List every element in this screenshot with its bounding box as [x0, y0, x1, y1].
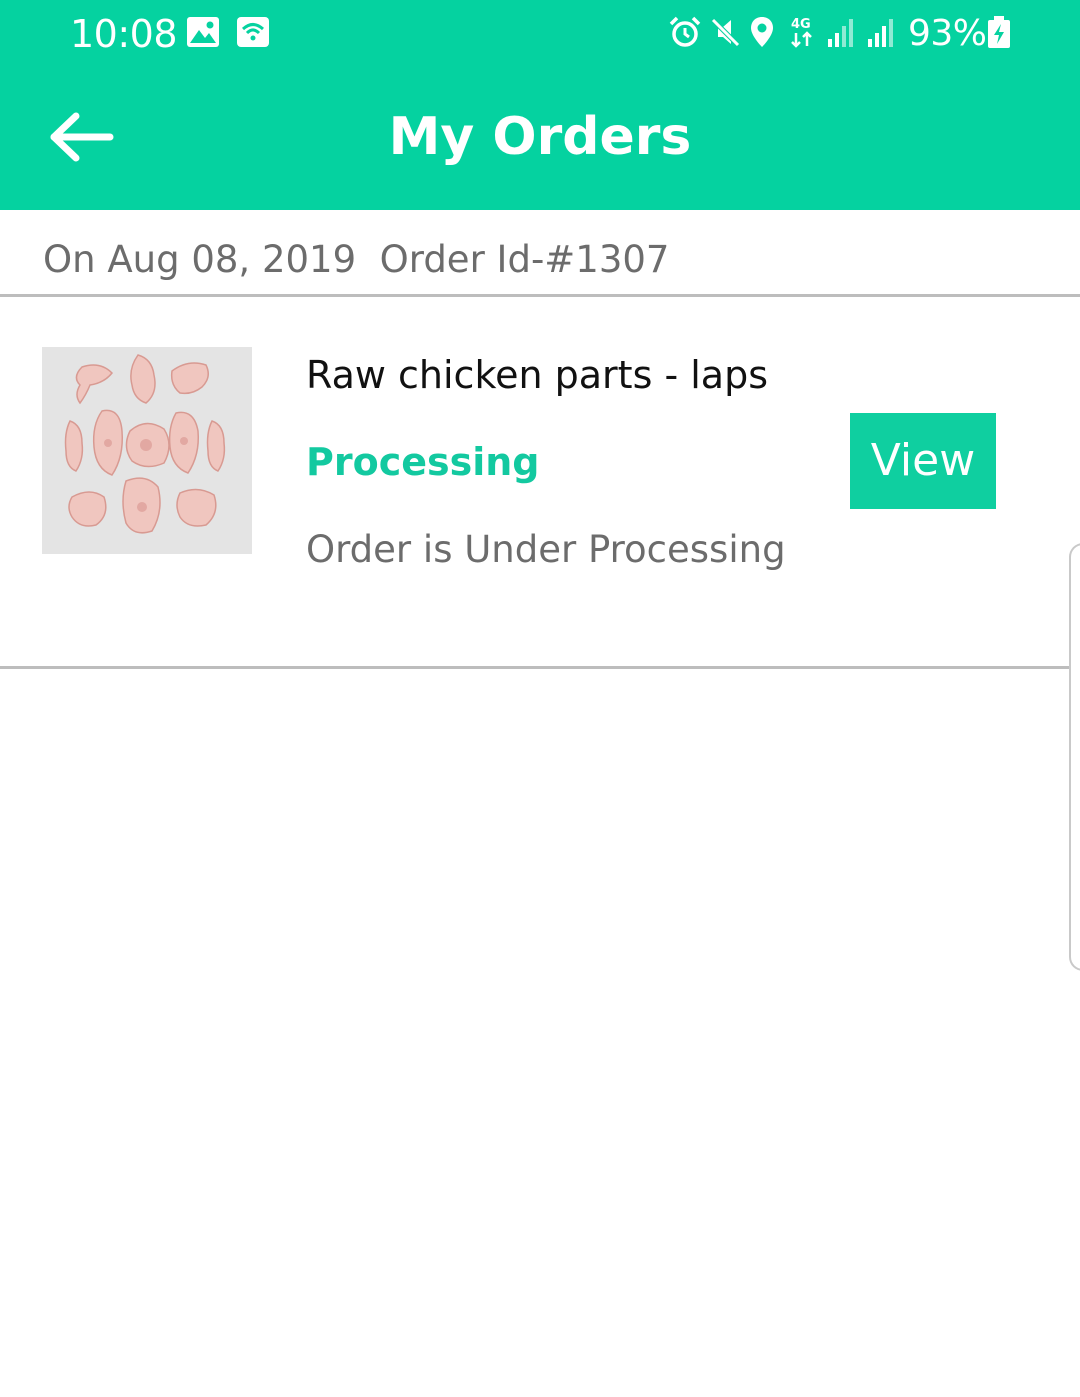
location-icon	[751, 17, 773, 47]
app-bar: 10:08 4G 93% My Orders	[0, 0, 1080, 210]
product-name: Raw chicken parts - laps	[306, 353, 768, 397]
battery-percent: 93%	[908, 13, 987, 54]
battery-charging-icon	[988, 16, 1010, 48]
edge-panel-handle[interactable]	[1069, 543, 1080, 971]
chicken-parts-image	[42, 347, 252, 554]
order-status-description: Order is Under Processing	[306, 528, 786, 571]
signal-icon	[828, 19, 853, 47]
data-arrows-icon: 4G	[791, 17, 812, 48]
product-image	[42, 347, 252, 554]
view-order-button[interactable]: View	[850, 413, 996, 509]
signal-icon	[868, 19, 893, 47]
order-status: Processing	[306, 440, 540, 484]
mute-icon	[711, 18, 740, 47]
order-group-header: On Aug 08, 2019 Order Id-#1307	[43, 238, 670, 281]
divider	[0, 666, 1080, 669]
gallery-icon	[187, 17, 219, 47]
status-bar: 10:08 4G 93%	[0, 0, 1080, 70]
order-card: Raw chicken parts - laps Processing Orde…	[0, 297, 1080, 666]
status-time: 10:08	[70, 12, 178, 56]
alarm-icon	[669, 16, 701, 47]
svg-text:4G: 4G	[791, 17, 811, 32]
wifi-calling-icon	[237, 17, 269, 47]
page-title: My Orders	[388, 107, 692, 167]
